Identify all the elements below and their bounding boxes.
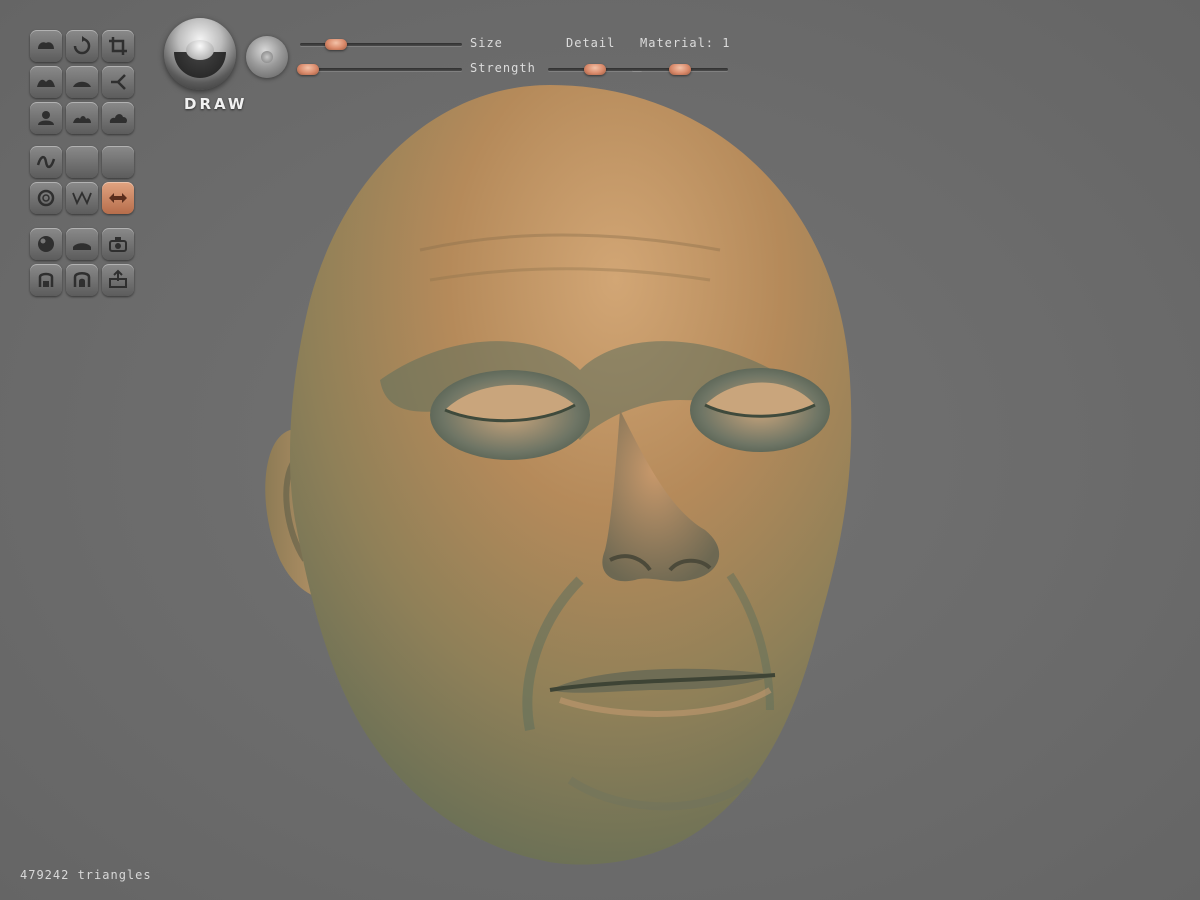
camera-tool-button[interactable] [102, 228, 134, 260]
ring-tool-button[interactable] [30, 182, 62, 214]
mask-tool-button[interactable] [66, 264, 98, 296]
sphere-icon [38, 236, 54, 252]
symmetry-tool-button[interactable] [102, 182, 134, 214]
brush-alpha-ball[interactable] [246, 36, 288, 78]
wave-icon [72, 190, 92, 206]
size-slider-knob[interactable] [324, 39, 347, 50]
viewport[interactable]: DRAW Size Strength Detail Material: 1 47… [0, 0, 1200, 900]
cloud-icon [109, 114, 127, 123]
rotate-icon [73, 36, 91, 55]
empty-slot-2-button[interactable] [102, 146, 134, 178]
curve-tool-button[interactable] [30, 146, 62, 178]
plane-tool-button[interactable] [66, 228, 98, 260]
size-slider[interactable] [300, 39, 462, 50]
export-icon [109, 269, 127, 288]
camera-icon [109, 237, 127, 252]
material-slider[interactable] [632, 64, 728, 75]
head [290, 85, 852, 865]
symmetry-icon [109, 193, 127, 203]
material-label: Material: 1 [640, 36, 731, 50]
flatten-icon [73, 81, 91, 87]
material-slider-knob[interactable] [669, 64, 691, 75]
branch-tool-button[interactable] [102, 66, 134, 98]
inflate-icon [37, 79, 55, 87]
strength-slider-knob[interactable] [297, 64, 320, 75]
sphere-tool-button[interactable] [30, 228, 62, 260]
layer-tool-button[interactable] [30, 102, 62, 134]
size-label: Size [470, 36, 503, 50]
branch-icon [111, 74, 126, 90]
sculpt-model[interactable] [250, 80, 870, 870]
strength-slider[interactable] [297, 64, 462, 75]
tool-preview-ball[interactable] [164, 18, 236, 90]
grab-icon [38, 42, 54, 49]
detail-label: Detail [566, 36, 616, 50]
detail-slider-knob[interactable] [584, 64, 606, 75]
crop-icon [109, 37, 127, 55]
detail-slider[interactable] [548, 64, 642, 75]
rotate-tool-button[interactable] [66, 30, 98, 62]
mask-icon [73, 272, 91, 287]
active-tool-label: DRAW [184, 95, 248, 113]
inflate-tool-button[interactable] [30, 66, 62, 98]
crop-tool-button[interactable] [102, 30, 134, 62]
layer-icon [38, 111, 54, 125]
export-tool-button[interactable] [102, 264, 134, 296]
tool-palette-bottom [30, 228, 138, 296]
curve-icon [36, 155, 56, 169]
cloud-tool-button[interactable] [102, 102, 134, 134]
tool-palette-middle [30, 146, 138, 214]
stamp-icon [38, 272, 54, 287]
tool-palette-top [30, 30, 138, 134]
strength-label: Strength [470, 61, 536, 75]
wave-tool-button[interactable] [66, 182, 98, 214]
stamp-tool-button[interactable] [30, 264, 62, 296]
empty-slot-1-button[interactable] [66, 146, 98, 178]
ring-icon [37, 189, 55, 207]
flatten-tool-button[interactable] [66, 66, 98, 98]
smooth-tool-button[interactable] [66, 102, 98, 134]
plane-icon [73, 243, 91, 250]
smooth-icon [73, 116, 91, 123]
triangle-count: 479242 triangles [20, 868, 152, 882]
grab-tool-button[interactable] [30, 30, 62, 62]
